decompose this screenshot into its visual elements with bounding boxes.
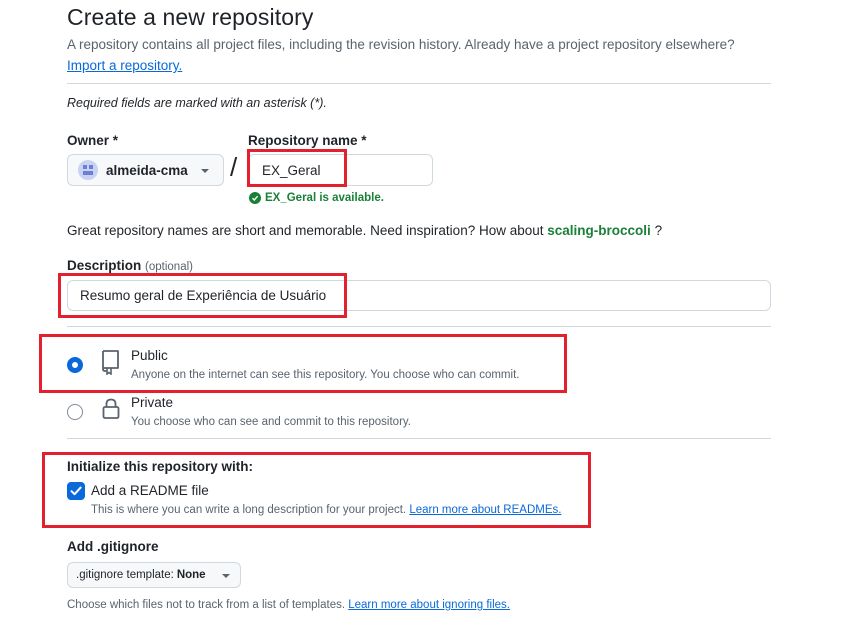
readme-learn-more-link[interactable]: Learn more about READMEs. — [409, 504, 561, 516]
page-title: Create a new repository — [67, 4, 314, 30]
description-input[interactable] — [67, 280, 771, 311]
avatar — [78, 160, 98, 180]
readme-description: This is where you can write a long descr… — [91, 504, 561, 516]
gitignore-description-text: Choose which files not to track from a l… — [67, 599, 346, 611]
chevron-down-icon — [222, 574, 230, 578]
description-label-text: Description — [67, 258, 142, 273]
gitignore-template-value: None — [176, 569, 206, 581]
gitignore-label: Add .gitignore — [67, 539, 159, 554]
check-circle-icon — [249, 192, 261, 204]
readme-checkbox[interactable] — [67, 482, 85, 500]
inspiration-end: ? — [654, 223, 663, 238]
optional-tag: (optional) — [145, 261, 193, 273]
owner-repo-separator: / — [230, 152, 238, 182]
repository-name-input[interactable] — [248, 154, 433, 186]
readme-label[interactable]: Add a README file — [91, 483, 209, 498]
checkmark-icon — [70, 486, 82, 496]
divider — [67, 83, 771, 84]
public-option-description: Anyone on the internet can see this repo… — [131, 369, 520, 381]
required-fields-note: Required fields are marked with an aster… — [67, 96, 327, 110]
divider — [67, 438, 771, 439]
description-label: Description (optional) — [67, 258, 193, 273]
owner-dropdown[interactable]: almeida-cma — [67, 154, 224, 186]
private-radio[interactable] — [67, 404, 83, 420]
readme-description-text: This is where you can write a long descr… — [91, 504, 407, 516]
repo-icon — [100, 349, 122, 380]
availability-status: EX_Geral is available. — [249, 192, 384, 204]
private-option-description: You choose who can see and commit to thi… — [131, 416, 411, 428]
initialize-heading: Initialize this repository with: — [67, 459, 254, 474]
gitignore-template-prefix: .gitignore template: — [76, 569, 174, 581]
lock-icon — [102, 398, 120, 425]
public-option-title: Public — [131, 348, 168, 363]
import-repository-link[interactable]: Import a repository. — [67, 58, 182, 73]
repository-name-label: Repository name * — [248, 133, 367, 148]
identicon-icon — [83, 165, 93, 175]
chevron-down-icon — [201, 169, 209, 173]
owner-name: almeida-cma — [106, 162, 188, 178]
owner-label: Owner * — [67, 133, 119, 148]
public-radio[interactable] — [67, 357, 83, 373]
name-inspiration: Great repository names are short and mem… — [67, 223, 662, 238]
page-subtitle: A repository contains all project files,… — [67, 37, 735, 52]
inspiration-text: Great repository names are short and mem… — [67, 223, 544, 238]
private-option-title: Private — [131, 395, 174, 410]
divider — [67, 326, 771, 327]
gitignore-template-dropdown[interactable]: .gitignore template: None — [67, 562, 241, 588]
gitignore-description: Choose which files not to track from a l… — [67, 599, 510, 611]
gitignore-learn-more-link[interactable]: Learn more about ignoring files. — [348, 599, 510, 611]
availability-text: EX_Geral is available. — [265, 192, 384, 204]
name-suggestion[interactable]: scaling-broccoli — [547, 223, 651, 238]
